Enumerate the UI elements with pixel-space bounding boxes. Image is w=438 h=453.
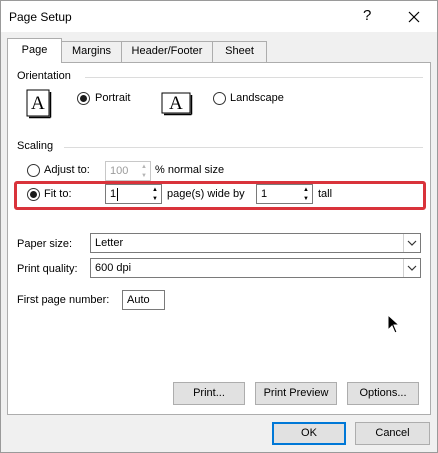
- tab-page[interactable]: Page: [7, 38, 62, 63]
- spin-down-icon[interactable]: ▼: [300, 194, 312, 203]
- page-setup-dialog: Page Setup ? Page Margins Header/Footer …: [0, 0, 438, 453]
- tab-header-footer[interactable]: Header/Footer: [121, 41, 213, 62]
- print-quality-dropdown[interactable]: 600 dpi: [90, 258, 421, 278]
- normal-size-label: % normal size: [155, 164, 225, 176]
- options-button[interactable]: Options...: [347, 382, 419, 405]
- scaling-divider: [64, 147, 423, 148]
- pages-wide-value: 1: [110, 188, 117, 200]
- portrait-radio[interactable]: [77, 92, 90, 105]
- mouse-pointer-icon: [387, 314, 401, 334]
- cancel-button[interactable]: Cancel: [355, 422, 430, 445]
- tab-margins[interactable]: Margins: [61, 41, 122, 62]
- print-quality-label: Print quality:: [17, 263, 78, 275]
- landscape-radio[interactable]: [213, 92, 226, 105]
- pages-wide-spinner[interactable]: 1 ▲ ▼: [105, 184, 162, 204]
- print-quality-value: 600 dpi: [95, 262, 132, 274]
- spin-down-icon[interactable]: ▼: [149, 194, 161, 203]
- pages-tall-value: 1: [261, 188, 268, 200]
- paper-size-value: Letter: [95, 237, 124, 249]
- fit-to-label[interactable]: Fit to:: [44, 188, 72, 200]
- first-page-number-input[interactable]: Auto: [122, 290, 165, 310]
- orientation-divider: [85, 77, 423, 78]
- print-button[interactable]: Print...: [173, 382, 245, 405]
- landscape-glyph: A: [169, 93, 183, 114]
- spin-up-icon[interactable]: ▲: [300, 185, 312, 194]
- orientation-label: Orientation: [17, 70, 71, 82]
- print-preview-button[interactable]: Print Preview: [255, 382, 337, 405]
- title-bar: Page Setup ?: [1, 1, 437, 32]
- portrait-glyph: A: [31, 93, 45, 114]
- first-page-number-value: Auto: [127, 294, 150, 306]
- portrait-label[interactable]: Portrait: [95, 92, 130, 104]
- close-icon: [408, 11, 420, 23]
- first-page-number-label: First page number:: [17, 294, 110, 306]
- close-button[interactable]: [402, 6, 426, 28]
- fit-to-radio[interactable]: [27, 188, 40, 201]
- spin-down-icon[interactable]: ▼: [138, 171, 150, 180]
- scaling-label: Scaling: [17, 140, 54, 152]
- chevron-down-icon[interactable]: [403, 234, 420, 252]
- help-button[interactable]: ?: [363, 7, 371, 24]
- dialog-title: Page Setup: [9, 10, 72, 24]
- tab-sheet[interactable]: Sheet: [212, 41, 267, 62]
- adjust-to-value: 100: [110, 165, 129, 177]
- text-caret: [117, 188, 118, 201]
- chevron-down-icon[interactable]: [403, 259, 420, 277]
- pages-tall-label: tall: [318, 188, 333, 200]
- adjust-to-spinner[interactable]: 100 ▲ ▼: [105, 161, 151, 181]
- landscape-label[interactable]: Landscape: [230, 92, 284, 104]
- spin-up-icon[interactable]: ▲: [138, 162, 150, 171]
- pages-wide-label: page(s) wide by: [167, 188, 245, 200]
- ok-button[interactable]: OK: [272, 422, 346, 445]
- paper-size-label: Paper size:: [17, 238, 73, 250]
- spin-up-icon[interactable]: ▲: [149, 185, 161, 194]
- adjust-to-label[interactable]: Adjust to:: [44, 164, 90, 176]
- paper-size-dropdown[interactable]: Letter: [90, 233, 421, 253]
- pages-tall-spinner[interactable]: 1 ▲ ▼: [256, 184, 313, 204]
- adjust-to-radio[interactable]: [27, 164, 40, 177]
